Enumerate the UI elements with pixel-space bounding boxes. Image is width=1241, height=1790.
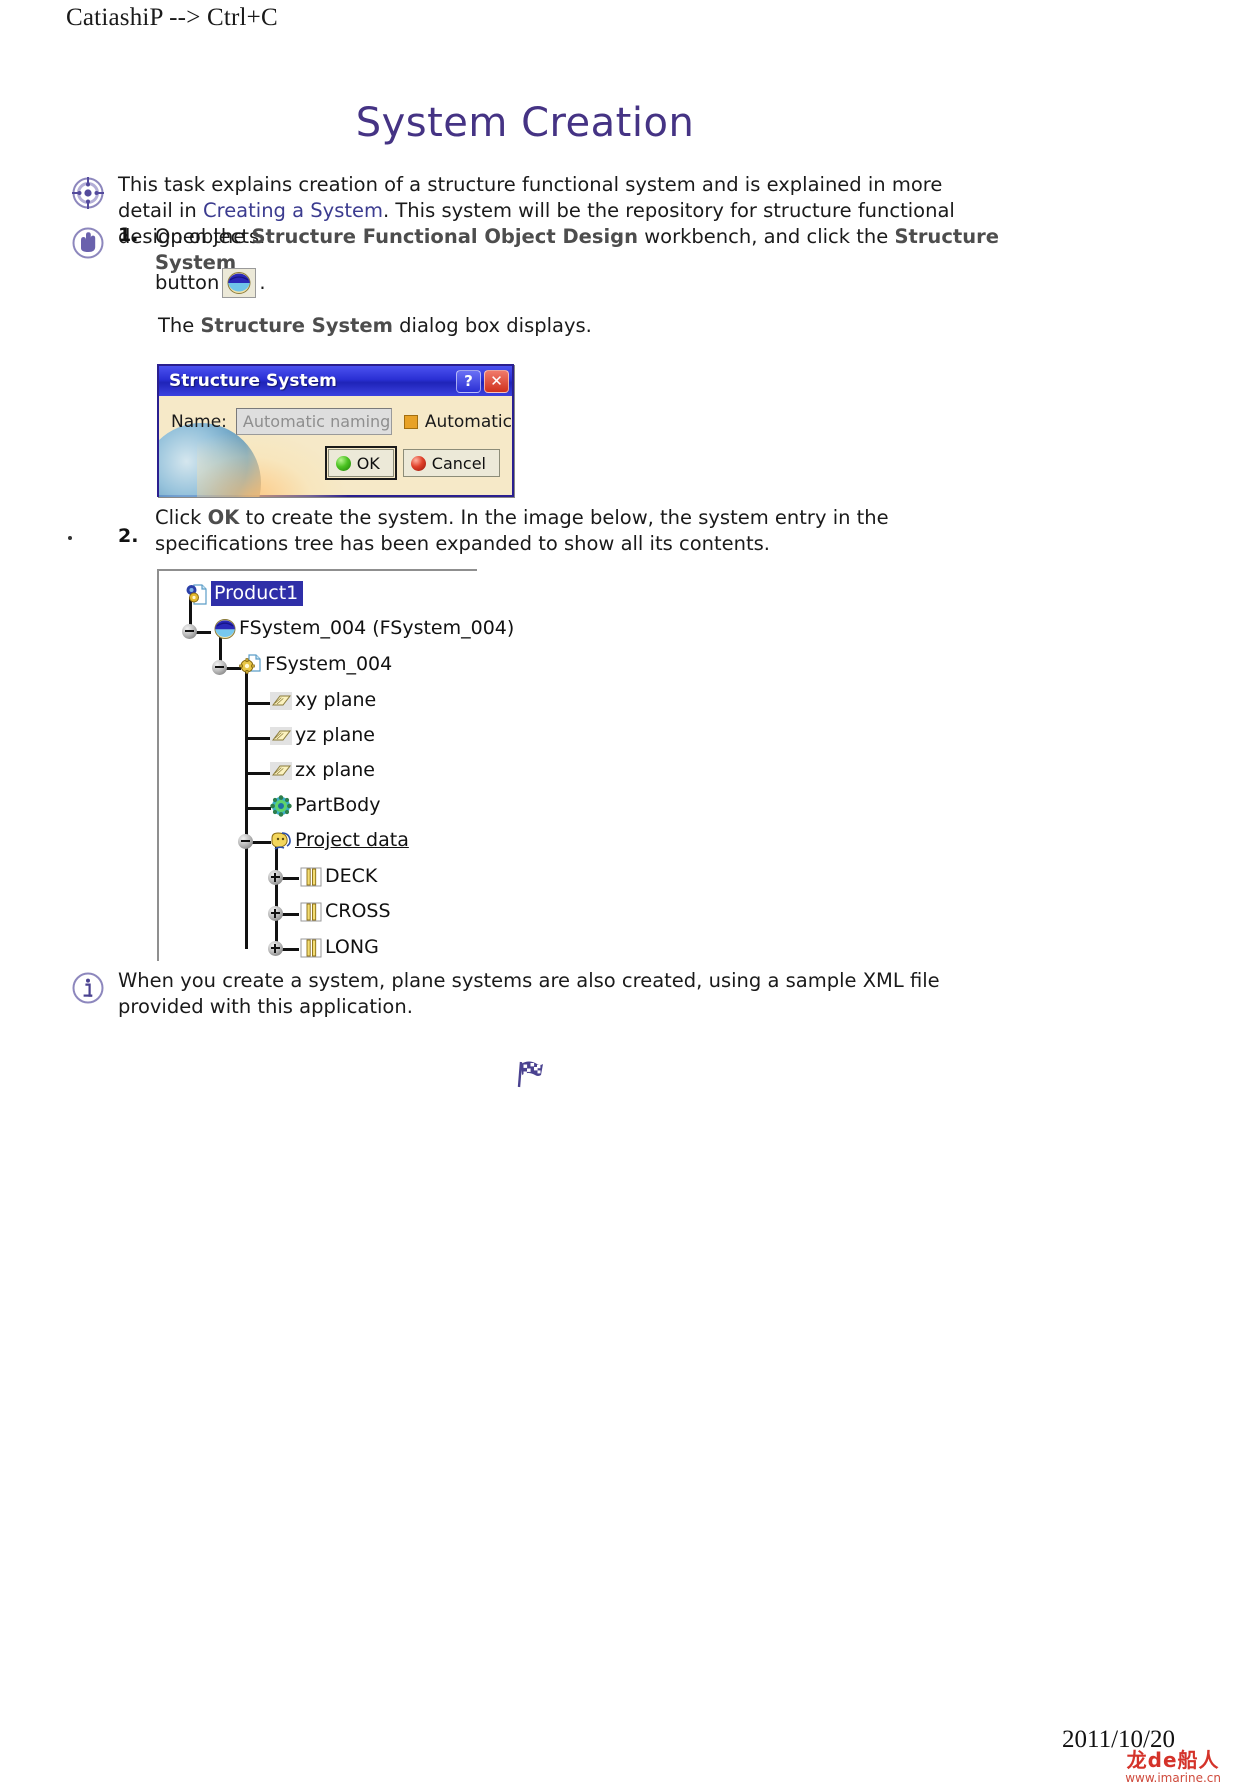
tree-node-partbody[interactable]: PartBody — [269, 794, 381, 817]
product-icon — [185, 583, 207, 605]
ok-sphere-icon — [335, 455, 351, 471]
tree-node-cross[interactable]: CROSS — [299, 900, 391, 922]
info-icon — [71, 971, 105, 1005]
page-title: System Creation — [355, 100, 695, 146]
step-2-text-b: to create the system. In the image below… — [155, 506, 889, 555]
beam-icon — [299, 900, 322, 922]
projdata-icon — [269, 829, 291, 851]
tree-node-fsystem-part[interactable]: FSystem_004 — [239, 653, 392, 675]
tree-connector — [245, 807, 271, 810]
step-1-number: 1. — [118, 224, 139, 246]
dialog-button-row: OK Cancel — [159, 435, 512, 480]
automatic-checkbox-wrap[interactable]: Automatic — [403, 411, 512, 432]
collapse-toggle-project-data[interactable] — [238, 834, 253, 849]
gear-doc-icon — [239, 653, 261, 675]
beam-icon — [299, 865, 322, 887]
specification-tree: Product1 FSystem_004 (FSystem_004) FSyst… — [157, 569, 514, 961]
tree-connector — [245, 772, 271, 775]
watermark-url: www.imarine.cn — [1125, 1771, 1221, 1785]
step-2-bullet — [68, 536, 72, 540]
dialog-titlebar[interactable]: Structure System ? ✕ — [159, 366, 512, 396]
name-input[interactable]: Automatic naming — [235, 408, 392, 435]
tree-connector — [245, 737, 271, 740]
tree-node-label: Project data — [295, 829, 409, 851]
cancel-sphere-icon — [410, 455, 426, 471]
step-2-text: Click OK to create the system. In the im… — [155, 505, 995, 557]
tree-node-yz-plane[interactable]: yz plane — [269, 724, 375, 746]
tree-top-divider — [157, 569, 477, 571]
collapse-toggle-fsystem-part[interactable] — [212, 660, 227, 675]
plane-icon — [269, 724, 292, 746]
tree-node-label: FSystem_004 — [265, 653, 393, 675]
dialog-lead-text: The Structure System dialog box displays… — [158, 313, 858, 339]
tree-node-long[interactable]: LONG — [299, 936, 379, 958]
expand-toggle-deck[interactable] — [268, 870, 283, 885]
structure-system-dialog: Structure System ? ✕ Name: Automatic nam… — [157, 364, 514, 497]
tree-node-product1[interactable]: Product1 — [185, 581, 304, 606]
dialog-body: Name: Automatic naming Automatic OK Canc… — [159, 396, 512, 497]
tree-node-deck[interactable]: DECK — [299, 865, 377, 887]
tree-node-label: PartBody — [295, 794, 381, 816]
tree-connector — [275, 841, 278, 951]
tree-node-xy-plane[interactable]: xy plane — [269, 689, 376, 711]
step-1-bold-a: Structure Functional Object Design — [251, 225, 638, 248]
tree-node-label: LONG — [325, 936, 379, 958]
automatic-checkbox[interactable] — [403, 414, 418, 429]
tree-node-label: DECK — [325, 865, 378, 887]
tree-node-fsystem-instance[interactable]: FSystem_004 (FSystem_004) — [213, 617, 514, 639]
step-2-bold-a: OK — [207, 506, 240, 529]
dialog-title: Structure System — [169, 371, 337, 391]
checkered-flag-icon — [510, 1055, 550, 1095]
cancel-button[interactable]: Cancel — [402, 449, 500, 477]
step-1-text-a: Open the — [155, 225, 252, 248]
collapse-toggle-fsystem[interactable] — [182, 624, 197, 639]
watermark: 龙de船人 www.imarine.cn — [1125, 1750, 1221, 1784]
ok-button-label: OK — [356, 453, 380, 473]
tree-left-divider — [157, 569, 159, 961]
step-1-continued: button . — [155, 268, 555, 298]
name-label: Name: — [171, 411, 227, 432]
tree-node-label: yz plane — [295, 724, 375, 746]
watermark-brand: 龙de船人 — [1126, 1748, 1220, 1772]
tree-node-label: CROSS — [325, 900, 391, 922]
expand-toggle-long[interactable] — [268, 941, 283, 956]
target-icon — [71, 176, 105, 210]
tree-node-label: FSystem_004 (FSystem_004) — [239, 617, 515, 639]
step-2-number: 2. — [118, 525, 139, 547]
creating-a-system-link[interactable]: Creating a System — [203, 199, 383, 222]
document-header-breadcrumb: CatiashiP --> Ctrl+C — [66, 4, 278, 31]
expand-toggle-cross[interactable] — [268, 906, 283, 921]
help-icon[interactable]: ? — [456, 369, 481, 393]
cancel-button-label: Cancel — [431, 453, 486, 473]
plane-icon — [269, 689, 292, 711]
step-1-text-b: workbench, and click the — [638, 225, 895, 248]
tree-connector — [245, 702, 271, 705]
structure-system-icon[interactable] — [222, 268, 257, 298]
dialog-lead-bold: Structure System — [200, 314, 393, 337]
tree-node-label: xy plane — [295, 689, 377, 711]
step-1-cont-b: . — [259, 271, 266, 294]
tree-node-zx-plane[interactable]: zx plane — [269, 759, 375, 781]
hand-icon — [71, 226, 105, 260]
partbody-icon — [269, 794, 292, 817]
tree-node-label: Product1 — [211, 581, 304, 606]
close-icon[interactable]: ✕ — [484, 369, 509, 393]
step-2-text-a: Click — [155, 506, 208, 529]
dialog-lead-a: The — [158, 314, 201, 337]
plane-icon — [269, 759, 292, 781]
tree-node-project-data[interactable]: Project data — [269, 829, 409, 851]
name-row: Name: Automatic naming Automatic — [159, 396, 512, 435]
tree-node-label: zx plane — [295, 759, 375, 781]
ok-button[interactable]: OK — [324, 446, 397, 480]
dialog-lead-b: dialog box displays. — [392, 314, 592, 337]
automatic-label: Automatic — [424, 411, 512, 432]
fsystem-icon — [213, 617, 236, 639]
step-1-cont-a: button — [155, 271, 220, 294]
beam-icon — [299, 936, 322, 958]
note-paragraph: When you create a system, plane systems … — [118, 969, 940, 1018]
